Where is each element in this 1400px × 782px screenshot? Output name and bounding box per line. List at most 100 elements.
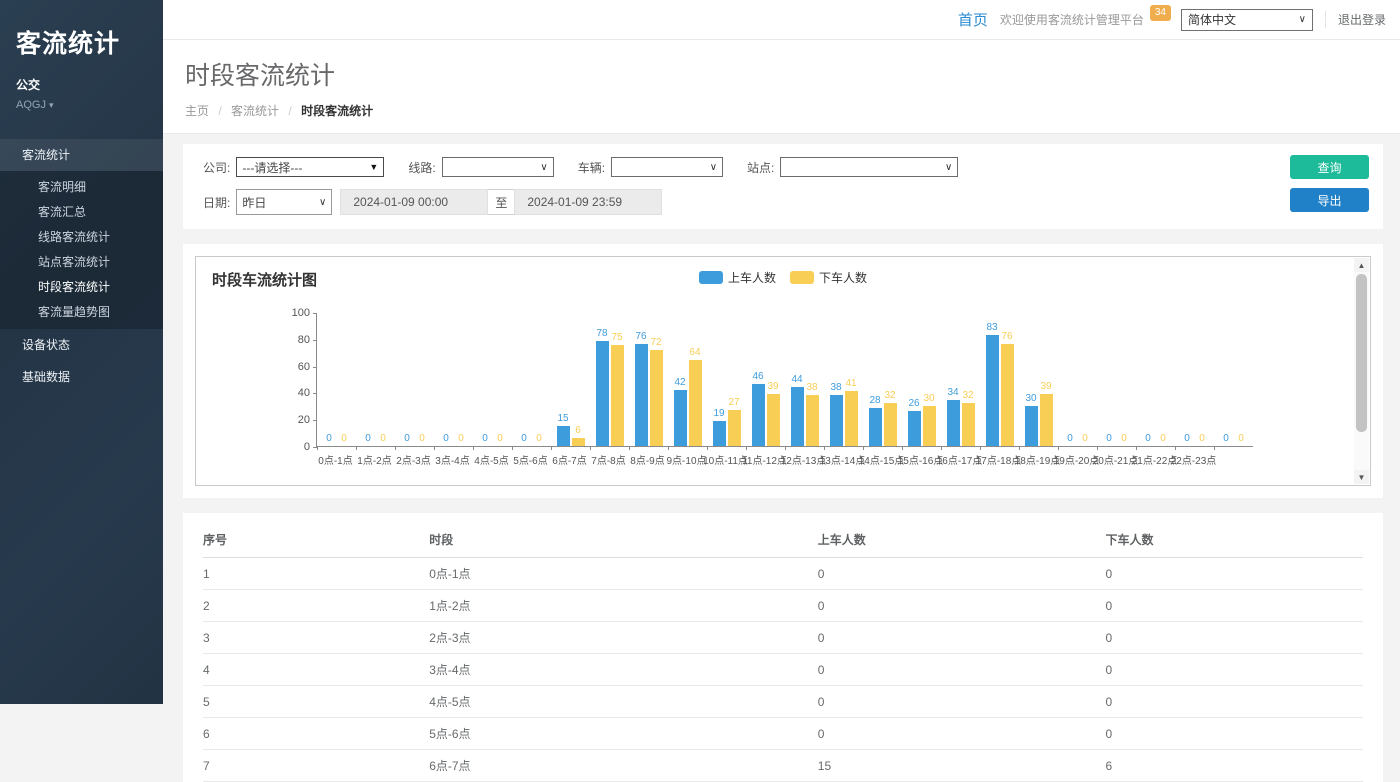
sidebar-subitem[interactable]: 时段客流统计: [0, 275, 163, 300]
sidebar-subitem[interactable]: 站点客流统计: [0, 250, 163, 275]
bar-unit: 0: [479, 434, 492, 446]
plot-area: 0000000000001567875767242641927463944383…: [316, 313, 1253, 447]
bar-unit: 30: [1025, 394, 1038, 446]
date-preset-value: 昨日: [242, 194, 266, 211]
topbar: 首页 欢迎使用客流统计管理平台 34 简体中文 ∨ 退出登录: [163, 0, 1400, 40]
bar-unit: 75: [611, 333, 624, 446]
query-button[interactable]: 查询: [1290, 155, 1369, 179]
bar-group: 00: [1097, 434, 1136, 446]
bar: [947, 400, 960, 446]
bar: [923, 406, 936, 446]
breadcrumb: 主页 / 客流统计 / 时段客流统计: [185, 102, 1400, 119]
sidebar-subitem[interactable]: 客流明细: [0, 175, 163, 200]
bar-value-label: 6: [575, 426, 581, 436]
logout-link[interactable]: 退出登录: [1325, 11, 1386, 28]
bar-group: 78 75: [590, 329, 629, 446]
sidebar-subitem[interactable]: 线路客流统计: [0, 225, 163, 250]
bar: [611, 345, 624, 446]
bar: [1001, 344, 1014, 446]
legend-label: 下车人数: [819, 269, 867, 286]
bar-unit: 39: [767, 382, 780, 446]
bar-value-label: 27: [728, 398, 739, 408]
bar-group: 2832: [863, 391, 902, 446]
date-join-label: 至: [488, 189, 514, 215]
bar-group: 00: [1214, 434, 1253, 446]
breadcrumb-home[interactable]: 主页: [185, 104, 209, 118]
breadcrumb-section[interactable]: 客流统计: [231, 104, 279, 118]
station-select[interactable]: ∨: [780, 157, 958, 177]
date-preset-select[interactable]: 昨日 ∨: [236, 189, 332, 215]
bar-unit: 42: [674, 378, 687, 446]
table-cell: 0: [818, 622, 1106, 654]
user-dropdown[interactable]: AQGJ▾: [16, 99, 163, 111]
chart-legend: 上车人数下车人数: [699, 269, 867, 286]
x-axis-label: 17点-18点: [979, 452, 1018, 467]
y-axis-tick-label: 40: [298, 387, 310, 399]
page-title: 时段客流统计: [185, 56, 1400, 92]
chevron-down-icon: ∨: [319, 197, 326, 208]
x-axis-label-text: 5点-6点: [513, 452, 547, 467]
app-logo: 客流统计: [0, 0, 163, 60]
sidebar-subitem[interactable]: 客流量趋势图: [0, 300, 163, 325]
table-header-cell: 序号: [203, 521, 429, 558]
bar: [650, 350, 663, 446]
vehicle-label: 车辆:: [578, 159, 605, 176]
table-cell: 0: [818, 686, 1106, 718]
home-link[interactable]: 首页: [958, 9, 988, 30]
bar-value-label: 38: [806, 383, 817, 393]
y-axis-tick-label: 20: [298, 414, 310, 426]
date-end-input[interactable]: 2024-01-09 23:59: [514, 189, 662, 215]
scroll-up-icon[interactable]: ▲: [1354, 258, 1369, 272]
bar: [1025, 406, 1038, 446]
bar-unit: 76: [1001, 332, 1014, 446]
sidebar-item-base-data[interactable]: 基础数据: [0, 361, 163, 393]
chart-panel: 时段车流统计图 上车人数下车人数 00000000000015678757672…: [183, 244, 1383, 498]
notification-badge[interactable]: 34: [1150, 5, 1171, 21]
scroll-down-icon[interactable]: ▼: [1354, 470, 1369, 484]
bar-value-label: 0: [365, 434, 371, 444]
bar-value-label: 0: [1184, 434, 1190, 444]
export-button[interactable]: 导出: [1290, 188, 1369, 212]
table-row: 65点-6点00: [203, 718, 1363, 750]
x-axis-label-text: 2点-3点: [396, 452, 430, 467]
bar-unit: 0: [416, 434, 429, 446]
table-cell: 2: [203, 590, 429, 622]
bar-value-label: 78: [596, 329, 607, 339]
x-axis-label: [1213, 452, 1252, 467]
bar-value-label: 0: [326, 434, 332, 444]
language-select[interactable]: 简体中文 ∨: [1181, 9, 1313, 31]
x-axis-label: 11点-12点: [745, 452, 784, 467]
sidebar-item-passenger-stats[interactable]: 客流统计: [0, 139, 163, 171]
table-cell: 1点-2点: [429, 590, 818, 622]
main-area: 首页 欢迎使用客流统计管理平台 34 简体中文 ∨ 退出登录 时段客流统计 主页…: [163, 0, 1400, 704]
bar-value-label: 0: [404, 434, 410, 444]
sidebar-item-device-status[interactable]: 设备状态: [0, 329, 163, 361]
line-select[interactable]: ∨: [442, 157, 554, 177]
breadcrumb-separator: /: [288, 104, 291, 118]
bar-value-label: 44: [791, 375, 802, 385]
bar-group: 00: [1136, 434, 1175, 446]
x-axis-label: 18点-19点: [1018, 452, 1057, 467]
bar-group: 156: [551, 414, 590, 446]
table-header-cell: 下车人数: [1105, 521, 1363, 558]
bar-group: 00: [356, 434, 395, 446]
x-axis-label: 14点-15点: [862, 452, 901, 467]
scrollbar-thumb[interactable]: [1356, 274, 1367, 432]
bar-unit: 0: [1079, 434, 1092, 446]
date-start-input[interactable]: 2024-01-09 00:00: [340, 189, 488, 215]
bar-unit: 0: [518, 434, 531, 446]
y-axis-tick-mark: [313, 393, 317, 394]
bar-value-label: 0: [380, 434, 386, 444]
bar-value-label: 46: [752, 372, 763, 382]
sidebar-subitem[interactable]: 客流汇总: [0, 200, 163, 225]
bar-unit: 34: [947, 388, 960, 446]
bar-unit: 19: [713, 409, 726, 446]
bar-group: 46 39: [746, 372, 785, 446]
company-select[interactable]: ---请选择--- ▼: [236, 157, 384, 177]
bar-unit: 38: [830, 383, 843, 446]
x-axis-label: 6点-7点: [550, 452, 589, 467]
table-cell: 0: [818, 558, 1106, 590]
line-label: 线路:: [408, 159, 435, 176]
vehicle-select[interactable]: ∨: [611, 157, 723, 177]
table-cell: 3点-4点: [429, 654, 818, 686]
